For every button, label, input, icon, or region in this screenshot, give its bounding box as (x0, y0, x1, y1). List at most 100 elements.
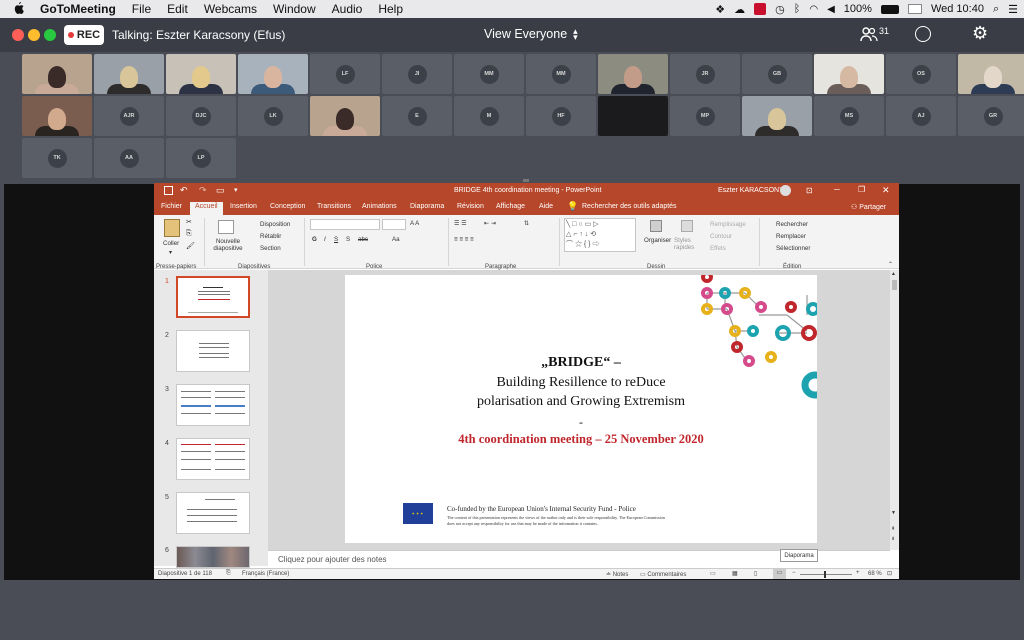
webcam-video-tile[interactable] (166, 54, 236, 94)
tab-revision[interactable]: Révision (457, 203, 484, 210)
webcam-initials-tile[interactable]: MS (814, 96, 884, 136)
webcam-video-tile[interactable] (238, 54, 308, 94)
apple-icon[interactable] (0, 1, 32, 17)
accessibility-icon[interactable]: ⎘ (226, 570, 231, 577)
webcam-initials-tile[interactable]: AJ (886, 96, 956, 136)
thumb-slide-3[interactable] (176, 384, 250, 426)
webcam-initials-tile[interactable]: TK (22, 138, 92, 178)
attendees-button[interactable]: 31 (860, 26, 889, 42)
volume-icon[interactable]: ◀ (827, 4, 835, 15)
tab-insertion[interactable]: Insertion (230, 203, 257, 210)
text-direction-button[interactable]: ⇅ (524, 220, 529, 227)
webcam-initials-tile[interactable]: DJC (166, 96, 236, 136)
paste-button[interactable]: Coller (163, 240, 179, 247)
chat-icon[interactable] (915, 26, 931, 42)
align-buttons[interactable]: ≡ ≡ ≡ ≡ (454, 236, 474, 243)
zoom-slider[interactable] (800, 571, 852, 578)
font-grow-icon[interactable]: A A (410, 220, 419, 227)
normal-view-icon[interactable]: ▭ (710, 570, 716, 577)
tab-conception[interactable]: Conception (270, 203, 305, 210)
find-button[interactable]: Rechercher (776, 221, 808, 228)
webcam-initials-tile[interactable]: JI (382, 54, 452, 94)
cut-icon[interactable]: ✂ (186, 218, 192, 226)
rec-button[interactable]: REC (64, 25, 104, 45)
thumb-slide-4[interactable] (176, 438, 250, 480)
minimize-window-icon[interactable] (28, 29, 40, 41)
menu-audio[interactable]: Audio (324, 2, 371, 16)
next-slide-icon[interactable]: ⇟ (891, 536, 895, 542)
tab-animations[interactable]: Animations (362, 203, 397, 210)
zoom-out-icon[interactable]: − (792, 570, 796, 576)
tab-diaporama[interactable]: Diaporama (410, 203, 444, 210)
tab-transitions[interactable]: Transitions (317, 203, 351, 210)
undo-icon[interactable]: ↶ (180, 185, 188, 196)
new-slide-icon[interactable] (218, 220, 234, 234)
select-button[interactable]: Sélectionner (776, 245, 810, 252)
webcam-initials-tile[interactable]: AA (94, 138, 164, 178)
bold-button[interactable]: G (312, 236, 317, 243)
scroll-down-icon[interactable]: ▼ (891, 510, 896, 516)
font-size-input[interactable] (382, 219, 406, 230)
webcam-initials-tile[interactable]: AJR (94, 96, 164, 136)
tab-affichage[interactable]: Affichage (496, 203, 525, 210)
webcam-initials-tile[interactable]: MP (670, 96, 740, 136)
ribbon-display-icon[interactable]: ⊡ (806, 186, 813, 195)
bullets-button[interactable]: ☰ ☰ (454, 220, 467, 227)
thumb-slide-2[interactable] (176, 330, 250, 372)
ppt-user-name[interactable]: Eszter KARACSONY (718, 187, 784, 194)
dropbox-icon[interactable]: ❖ (715, 3, 725, 16)
shadow-button[interactable]: S (346, 236, 350, 243)
webcam-video-tile[interactable] (958, 54, 1024, 94)
comments-toggle[interactable]: ▭ Commentaires (640, 571, 686, 578)
zoom-in-icon[interactable]: + (856, 570, 860, 576)
shape-fill-button[interactable]: Remplissage (710, 221, 746, 228)
disposition-button[interactable]: Disposition (260, 221, 290, 228)
webcam-initials-tile[interactable]: JR (670, 54, 740, 94)
zoom-window-icon[interactable] (44, 29, 56, 41)
current-slide[interactable]: „BRIDGE“ – Building Resillence to reDuce… (345, 275, 817, 543)
shapes-gallery[interactable]: ╲ □ ○ ▭ ▷ △ ⌐ ↑ ↓ ⟲ ⌒ ☆ { } ⇨ (564, 218, 636, 252)
webcam-video-tile[interactable] (22, 96, 92, 136)
shape-effects-button[interactable]: Effets (710, 245, 726, 252)
wifi-icon[interactable]: ◠ (809, 4, 818, 15)
slideshow-view-icon[interactable]: ▭ (773, 569, 786, 579)
quick-access-chevron-icon[interactable]: ▾ (234, 186, 238, 194)
scroll-thumb[interactable] (892, 280, 897, 290)
bluetooth-icon[interactable]: ᛒ (794, 3, 801, 15)
retablir-button[interactable]: Rétablir (260, 233, 281, 240)
tell-me-search[interactable]: Rechercher des outils adaptés (582, 203, 677, 210)
prev-slide-icon[interactable]: ⇞ (891, 526, 895, 532)
tab-accueil[interactable]: Accueil (190, 202, 223, 215)
menu-edit[interactable]: Edit (159, 2, 196, 16)
thumb-slide-6-photo[interactable] (176, 546, 250, 568)
close-icon[interactable]: ✕ (882, 185, 890, 196)
section-button[interactable]: Section (260, 245, 281, 252)
webcam-initials-tile[interactable]: OS (886, 54, 956, 94)
quick-styles-icon[interactable] (681, 220, 693, 232)
sorter-view-icon[interactable]: ▦ (732, 570, 738, 577)
webcam-initials-tile[interactable]: MM (454, 54, 524, 94)
share-resize-handle[interactable] (523, 179, 529, 182)
webcam-initials-tile[interactable]: M (454, 96, 524, 136)
webcam-initials-tile[interactable]: MM (526, 54, 596, 94)
paste-chevron-icon[interactable]: ▾ (169, 249, 172, 256)
slide-scrollbar[interactable]: ▲ ▼ ⇞ ⇟ (890, 270, 899, 550)
tab-fichier[interactable]: Fichier (161, 203, 182, 210)
webcam-initials-tile[interactable]: E (382, 96, 452, 136)
fit-slide-icon[interactable]: ⊡ (887, 570, 892, 577)
menu-webcams[interactable]: Webcams (196, 2, 265, 16)
restore-icon[interactable]: ❐ (858, 185, 865, 194)
spotlight-icon[interactable]: ⌕ (993, 3, 999, 16)
font-family-input[interactable] (310, 219, 380, 230)
notes-toggle[interactable]: ≐ Notes (606, 571, 628, 578)
font-color-button[interactable]: Aa (392, 236, 400, 243)
battery-icon[interactable] (880, 4, 899, 14)
reading-view-icon[interactable]: ▯ (754, 570, 757, 577)
quick-styles-button[interactable]: Styles rapides (674, 237, 698, 251)
language-indicator[interactable]: Français (France) (242, 571, 289, 577)
menu-window[interactable]: Window (265, 2, 324, 16)
cloud-icon[interactable]: ☁ (734, 3, 745, 16)
view-selector[interactable]: View Everyone ▴ ▾ (484, 27, 578, 42)
webcam-video-tile[interactable] (814, 54, 884, 94)
present-icon[interactable]: ▭ (216, 185, 225, 196)
